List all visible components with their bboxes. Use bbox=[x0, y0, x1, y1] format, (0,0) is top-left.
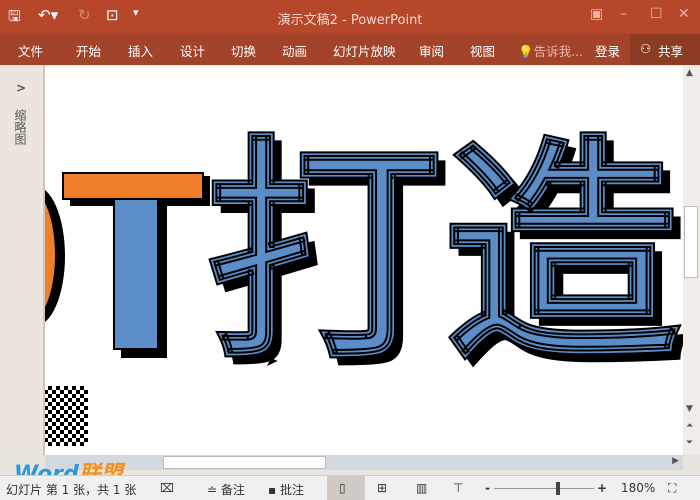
tell-me[interactable]: 💡告诉我... bbox=[518, 41, 583, 60]
t-crossbar bbox=[62, 172, 204, 200]
person-add-icon: ⚇ bbox=[640, 41, 652, 56]
tab-transitions[interactable]: 切换 bbox=[231, 41, 256, 60]
zoom-in-button[interactable]: + bbox=[597, 481, 607, 495]
slide-sorter-icon[interactable]: ⊞ bbox=[377, 481, 387, 495]
minimize-icon[interactable]: – bbox=[620, 6, 627, 22]
qr-code bbox=[45, 380, 94, 452]
zoom-slider-thumb[interactable] bbox=[556, 482, 560, 495]
reading-view-icon[interactable]: ▥ bbox=[416, 481, 427, 495]
slideshow-icon[interactable]: ⊤ bbox=[453, 481, 463, 495]
lightbulb-icon: 💡 bbox=[518, 44, 534, 59]
chevron-right-icon[interactable]: > bbox=[16, 81, 26, 95]
scroll-down-icon[interactable]: ▼ bbox=[686, 404, 693, 414]
tab-slideshow[interactable]: 幻灯片放映 bbox=[333, 41, 396, 60]
tab-file[interactable]: 文件 bbox=[18, 41, 43, 60]
horizontal-scroll-thumb[interactable] bbox=[163, 456, 326, 469]
ribbon-display-icon[interactable]: ▣ bbox=[590, 6, 603, 22]
tab-home[interactable]: 开始 bbox=[76, 41, 101, 60]
t-stem bbox=[113, 198, 159, 350]
spell-check-icon[interactable]: ⌧ bbox=[160, 481, 174, 495]
slide-title-text[interactable]: 打造 bbox=[204, 135, 682, 375]
slide-info: 幻灯片 第 1 张，共 1 张 bbox=[6, 483, 137, 497]
vertical-scroll-thumb[interactable] bbox=[684, 206, 698, 278]
tab-insert[interactable]: 插入 bbox=[128, 41, 153, 60]
title-bar: 🖫 ↶▾ ↻ ⊡ ▾ 演示文稿2 - PowerPoint ▣ – ☐ ✕ bbox=[0, 0, 700, 34]
vertical-scrollbar[interactable]: ▲ ▼ ⏶ ⏷ bbox=[683, 66, 700, 455]
zoom-slider[interactable] bbox=[494, 482, 594, 495]
mouse-cursor-icon: ➤ bbox=[265, 351, 279, 370]
normal-view-button[interactable]: ▯ bbox=[327, 476, 365, 500]
tab-review[interactable]: 审阅 bbox=[419, 41, 444, 60]
signin-button[interactable]: 登录 bbox=[595, 41, 620, 60]
scroll-up-icon[interactable]: ▲ bbox=[686, 68, 693, 78]
share-label: 共享 bbox=[658, 44, 684, 59]
zoom-level[interactable]: 180% bbox=[621, 481, 655, 495]
status-bar: 幻灯片 第 1 张，共 1 张 ⌧ ≐ 备注 ▪ 批注 ▯ ⊞ ▥ ⊤ - + … bbox=[0, 475, 700, 500]
zoom-out-button[interactable]: - bbox=[485, 481, 490, 495]
notes-label: 备注 bbox=[220, 483, 245, 497]
scroll-right-icon[interactable]: ▶ bbox=[672, 456, 679, 466]
tell-me-label: 告诉我... bbox=[533, 44, 583, 59]
tab-animations[interactable]: 动画 bbox=[282, 41, 307, 60]
comments-label: 批注 bbox=[279, 483, 304, 497]
share-button[interactable]: ⚇ 共享 bbox=[630, 34, 700, 65]
horizontal-scrollbar[interactable]: ▶ bbox=[45, 455, 683, 470]
close-icon[interactable]: ✕ bbox=[678, 6, 690, 22]
notes-button[interactable]: ≐ 备注 bbox=[207, 481, 245, 498]
fit-slide-icon[interactable]: ⛶ bbox=[668, 481, 676, 496]
previous-slide-icon[interactable]: ⏶ bbox=[686, 421, 693, 431]
thumbnails-label: 缩略图 bbox=[13, 109, 27, 145]
comments-button[interactable]: ▪ 批注 bbox=[268, 481, 304, 498]
thumbnail-panel: 缩略图 > 缩略图 bbox=[0, 65, 45, 455]
maximize-icon[interactable]: ☐ bbox=[650, 6, 663, 22]
tab-design[interactable]: 设计 bbox=[180, 41, 205, 60]
ribbon-tabs: 文件 开始 插入 设计 切换 动画 幻灯片放映 审阅 视图 💡告诉我... 登录… bbox=[0, 34, 700, 65]
next-slide-icon[interactable]: ⏷ bbox=[686, 438, 693, 448]
tab-view[interactable]: 视图 bbox=[470, 41, 495, 60]
normal-view-icon: ▯ bbox=[339, 481, 346, 495]
slide-canvas[interactable]: 打造 ➤ bbox=[45, 66, 683, 455]
